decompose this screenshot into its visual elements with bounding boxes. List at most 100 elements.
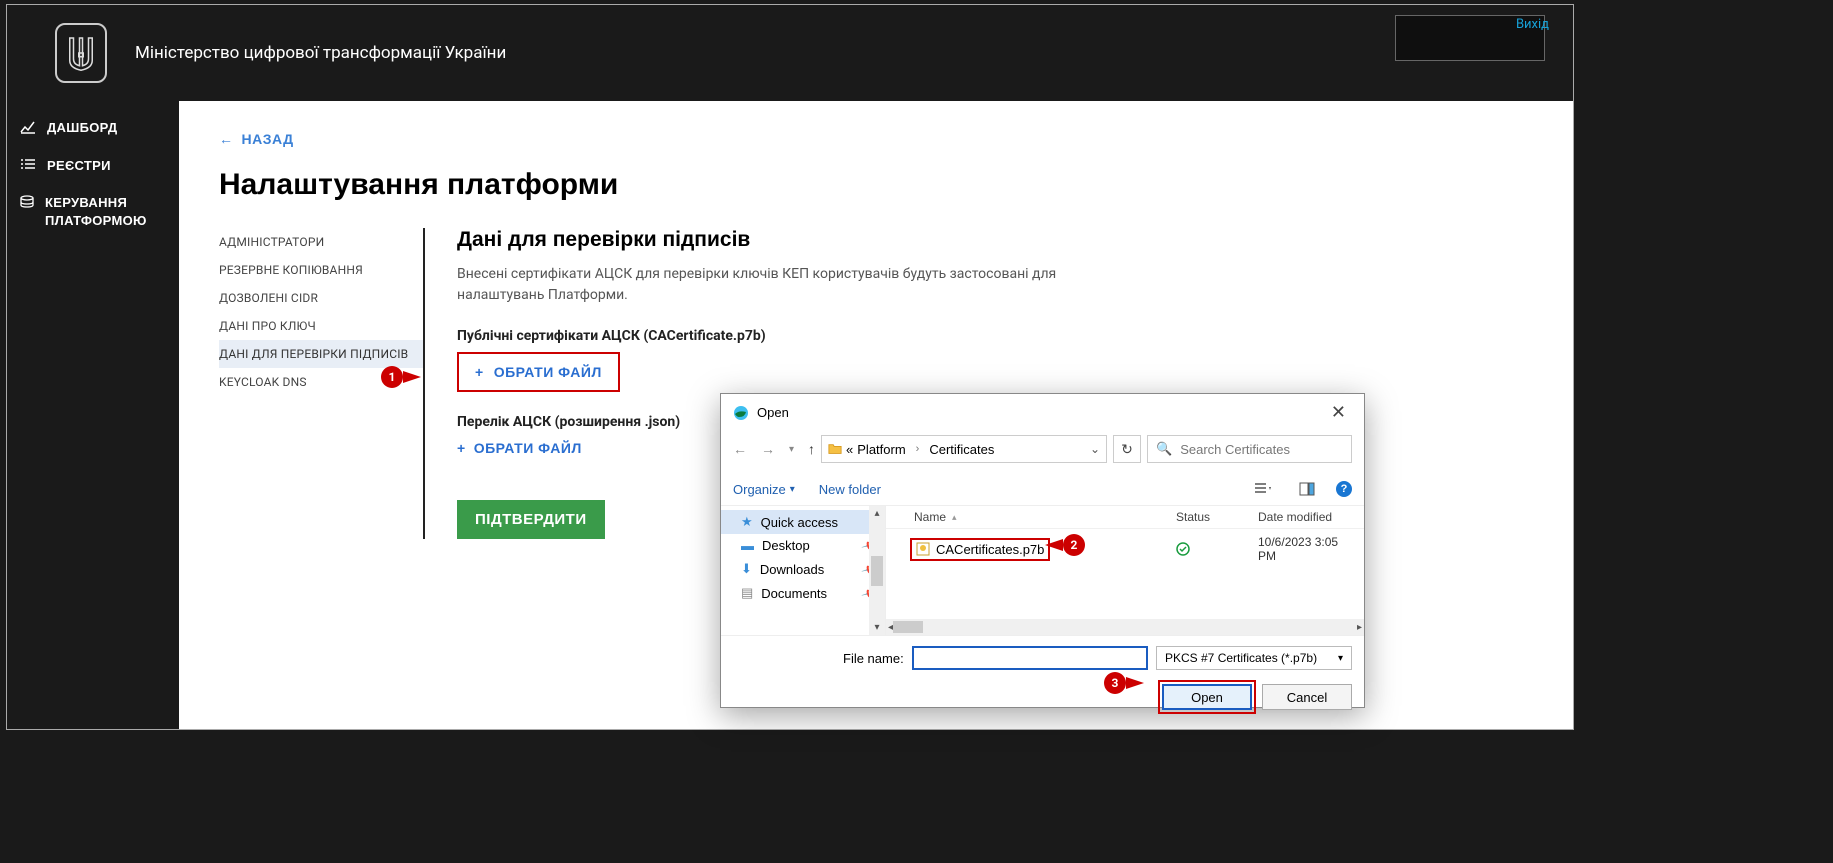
trident-icon bbox=[66, 33, 96, 73]
desktop-icon: ▬ bbox=[741, 538, 754, 553]
file-open-dialog: Open ✕ ← → ▾ ↑ « Platform › Certificates… bbox=[720, 393, 1365, 708]
back-label: НАЗАД bbox=[242, 131, 294, 147]
sidebar-item-registries[interactable]: РЕЄСТРИ bbox=[7, 147, 179, 185]
file-list: Name ▴ Status Date modified CACertificat… bbox=[886, 506, 1364, 635]
sidebar-item-label: РЕЄСТРИ bbox=[47, 157, 111, 175]
view-mode-button[interactable] bbox=[1248, 479, 1278, 499]
help-button[interactable]: ? bbox=[1336, 481, 1352, 497]
menu-item-administrators[interactable]: АДМІНІСТРАТОРИ bbox=[219, 228, 423, 256]
open-button[interactable]: Open bbox=[1162, 684, 1252, 710]
close-button[interactable]: ✕ bbox=[1325, 402, 1352, 423]
path-segment[interactable]: Certificates bbox=[929, 442, 994, 457]
menu-item-key-data[interactable]: ДАНІ ПРО КЛЮЧ bbox=[219, 312, 423, 340]
annotation-pointer-icon bbox=[403, 371, 421, 383]
file-date: 10/6/2023 3:05 PM bbox=[1258, 535, 1358, 563]
column-header-date[interactable]: Date modified bbox=[1258, 510, 1358, 524]
annotation-callout-2: 2 bbox=[1063, 534, 1085, 556]
search-icon: 🔍 bbox=[1156, 441, 1172, 457]
column-header-status[interactable]: Status bbox=[1176, 510, 1258, 524]
field-label-public-certs: Публічні сертифікати АЦСК (CACertificate… bbox=[457, 328, 1075, 344]
file-type-label: PKCS #7 Certificates (*.p7b) bbox=[1165, 651, 1317, 665]
check-circle-icon bbox=[1176, 542, 1190, 556]
logout-link[interactable]: Вихід bbox=[1516, 17, 1549, 32]
menu-item-cidr[interactable]: ДОЗВОЛЕНІ CIDR bbox=[219, 284, 423, 312]
path-segment[interactable]: Platform bbox=[857, 442, 905, 457]
annotation-callout-3: 3 bbox=[1104, 672, 1126, 694]
choose-file-p7b-button[interactable]: + ОБРАТИ ФАЙЛ bbox=[457, 352, 620, 392]
file-status bbox=[1176, 542, 1258, 556]
nav-item-label: Documents bbox=[761, 586, 827, 601]
nav-item-downloads[interactable]: ⬇ Downloads 📌 bbox=[721, 557, 885, 581]
nav-forward-button[interactable]: → bbox=[761, 441, 775, 457]
dialog-title-bar: Open ✕ bbox=[721, 394, 1364, 431]
organize-menu[interactable]: Organize ▾ bbox=[733, 482, 795, 497]
star-icon: ★ bbox=[741, 514, 753, 530]
nav-history-dropdown[interactable]: ▾ bbox=[789, 444, 794, 455]
plus-icon: + bbox=[457, 440, 466, 456]
cancel-button[interactable]: Cancel bbox=[1262, 684, 1352, 710]
annotation-callout-1: 1 bbox=[381, 366, 403, 388]
page-title: Налаштування платформи bbox=[219, 168, 1533, 202]
new-folder-button[interactable]: New folder bbox=[819, 482, 881, 497]
column-header-name[interactable]: Name ▴ bbox=[892, 510, 1176, 524]
nav-item-label: Downloads bbox=[760, 562, 824, 577]
sidebar-item-platform-management[interactable]: КЕРУВАННЯ ПЛАТФОРМОЮ bbox=[7, 184, 179, 239]
scroll-thumb[interactable] bbox=[893, 621, 923, 633]
scroll-right-icon: ▸ bbox=[1357, 622, 1362, 633]
section-heading: Дані для перевірки підписів bbox=[457, 228, 1075, 252]
chevron-down-icon: ▾ bbox=[1338, 653, 1343, 664]
nav-pane: ★ Quick access ▬ Desktop 📌 ⬇ Downloads 📌… bbox=[721, 506, 886, 635]
preview-pane-button[interactable] bbox=[1292, 479, 1322, 499]
sidebar-item-label: ДАШБОРД bbox=[47, 119, 117, 137]
chevron-right-icon: › bbox=[910, 443, 926, 455]
file-name-input[interactable] bbox=[912, 646, 1148, 670]
scroll-thumb[interactable] bbox=[871, 556, 883, 586]
nav-item-label: Quick access bbox=[761, 515, 838, 530]
menu-item-backup[interactable]: РЕЗЕРВНЕ КОПІЮВАННЯ bbox=[219, 256, 423, 284]
dialog-title-text: Open bbox=[757, 405, 789, 420]
list-icon bbox=[19, 158, 37, 170]
annotation-number: 1 bbox=[381, 366, 403, 388]
menu-item-signature-check[interactable]: ДАНІ ДЛЯ ПЕРЕВІРКИ ПІДПИСІВ bbox=[219, 340, 423, 368]
sidebar: ДАШБОРД РЕЄСТРИ КЕРУВАННЯ ПЛАТФОРМОЮ bbox=[7, 101, 179, 729]
coat-of-arms-logo bbox=[55, 23, 107, 83]
choose-file-json-button[interactable]: + ОБРАТИ ФАЙЛ bbox=[457, 440, 582, 456]
nav-back-button[interactable]: ← bbox=[733, 441, 747, 457]
choose-file-label: ОБРАТИ ФАЙЛ bbox=[474, 440, 582, 456]
nav-pane-scrollbar[interactable]: ▴ ▾ bbox=[869, 506, 885, 635]
refresh-button[interactable]: ↻ bbox=[1113, 435, 1141, 463]
edge-browser-icon bbox=[733, 405, 749, 421]
sidebar-item-dashboard[interactable]: ДАШБОРД bbox=[7, 109, 179, 147]
arrow-left-icon: ← bbox=[219, 131, 234, 147]
submit-button[interactable]: ПІДТВЕРДИТИ bbox=[457, 500, 605, 539]
nav-item-quick-access[interactable]: ★ Quick access bbox=[721, 510, 885, 534]
sort-asc-icon: ▴ bbox=[952, 512, 957, 523]
file-row[interactable]: CACertificates.p7b 10/6/2023 3:05 PM bbox=[886, 529, 1364, 569]
document-icon: ▤ bbox=[741, 585, 753, 601]
file-selection-highlight: CACertificates.p7b bbox=[910, 538, 1050, 561]
dialog-nav-arrows: ← → ▾ ↑ bbox=[733, 441, 815, 457]
annotation-pointer-icon bbox=[1045, 539, 1063, 551]
annotation-number: 2 bbox=[1063, 534, 1085, 556]
choose-file-label: ОБРАТИ ФАЙЛ bbox=[494, 364, 602, 380]
plus-icon: + bbox=[475, 364, 484, 380]
sidebar-item-label: КЕРУВАННЯ ПЛАТФОРМОЮ bbox=[45, 194, 167, 229]
folder-icon bbox=[828, 442, 842, 456]
nav-item-documents[interactable]: ▤ Documents 📌 bbox=[721, 581, 885, 605]
path-root: « bbox=[846, 442, 853, 457]
nav-item-desktop[interactable]: ▬ Desktop 📌 bbox=[721, 534, 885, 557]
download-icon: ⬇ bbox=[741, 561, 752, 577]
nav-up-button[interactable]: ↑ bbox=[808, 441, 815, 457]
search-input[interactable]: 🔍 Search Certificates bbox=[1147, 435, 1352, 463]
annotation-pointer-icon bbox=[1126, 677, 1144, 689]
file-list-scrollbar[interactable]: ◂ ▸ bbox=[886, 619, 1364, 635]
annotation-number: 3 bbox=[1104, 672, 1126, 694]
section-description: Внесені сертифікати АЦСК для перевірки к… bbox=[457, 264, 1075, 306]
file-type-dropdown[interactable]: PKCS #7 Certificates (*.p7b) ▾ bbox=[1156, 646, 1352, 670]
back-link[interactable]: ← НАЗАД bbox=[219, 131, 294, 147]
certificate-file-icon bbox=[916, 542, 930, 556]
chevron-down-icon[interactable]: ⌄ bbox=[1090, 442, 1100, 456]
file-name: CACertificates.p7b bbox=[936, 542, 1044, 557]
scroll-up-icon: ▴ bbox=[874, 508, 879, 519]
path-breadcrumb[interactable]: « Platform › Certificates ⌄ bbox=[821, 435, 1107, 463]
